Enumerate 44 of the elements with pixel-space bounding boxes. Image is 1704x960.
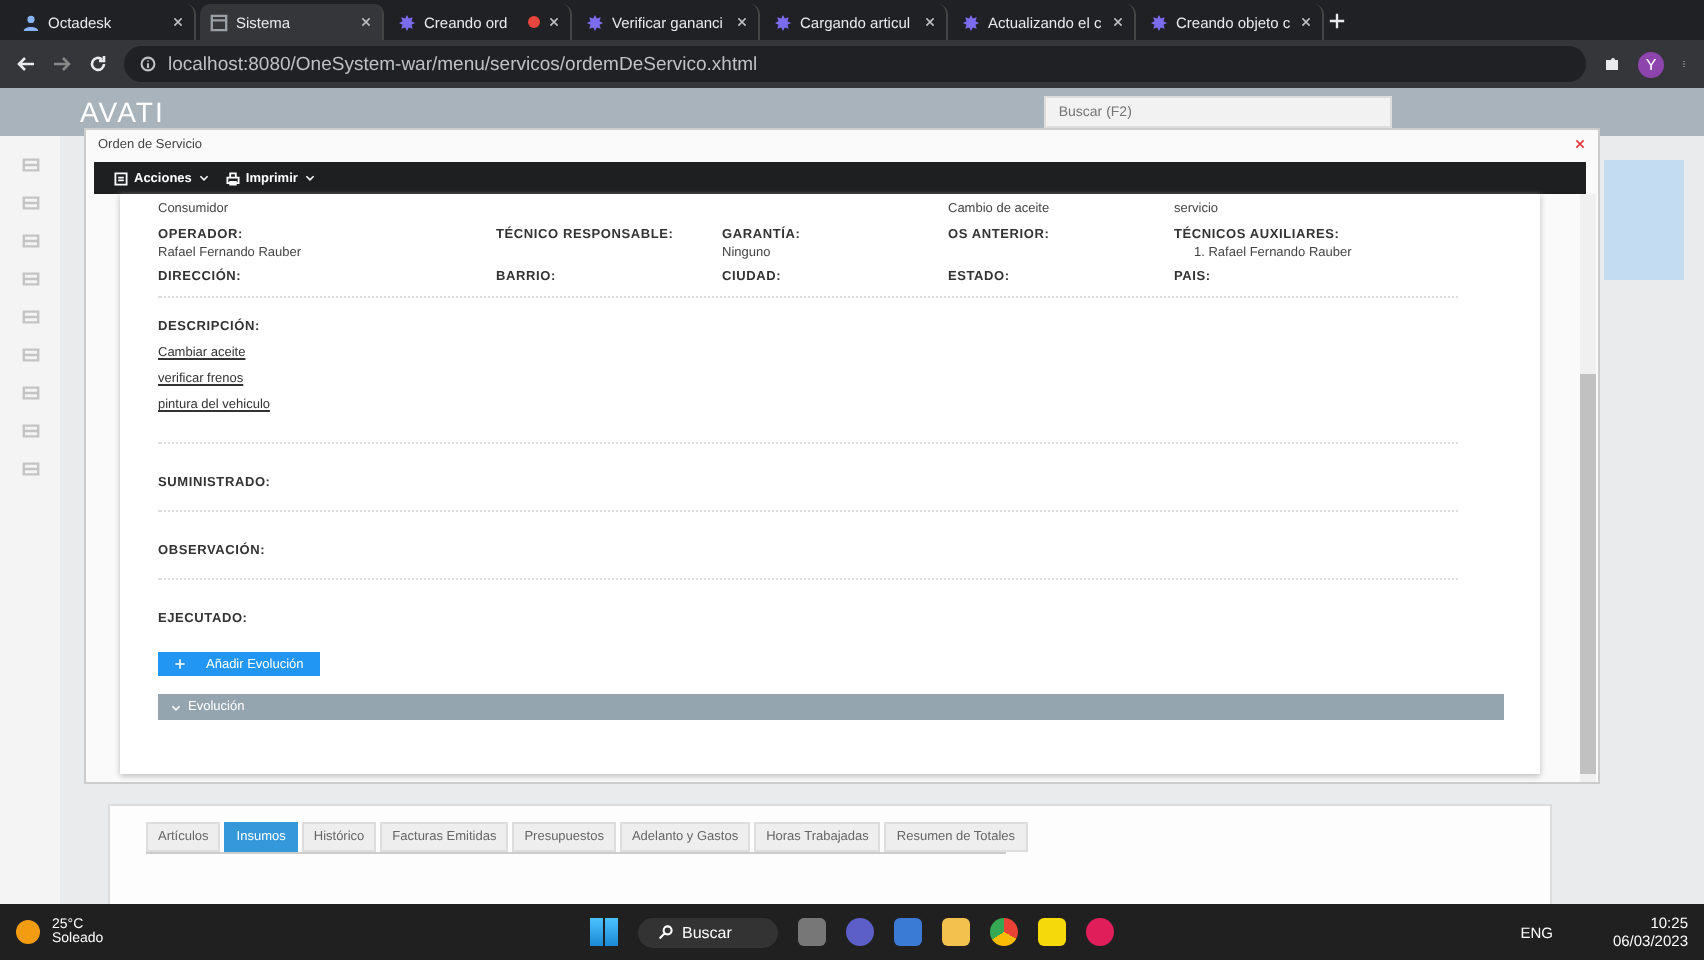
gear-icon	[774, 13, 792, 31]
new-tab-icon[interactable]	[1328, 11, 1346, 29]
caret-icon	[303, 172, 316, 184]
plus-icon	[174, 658, 186, 670]
gear-icon	[962, 13, 980, 31]
gear-icon	[398, 13, 416, 31]
close-icon[interactable]	[736, 16, 748, 28]
close-icon[interactable]	[1574, 138, 1586, 150]
app-icon[interactable]	[846, 918, 874, 946]
person-icon	[22, 13, 40, 31]
info-icon	[140, 56, 156, 72]
printer-icon	[225, 171, 240, 185]
close-icon[interactable]	[1300, 16, 1312, 28]
chevron-down-icon	[170, 701, 182, 713]
taskbar-search[interactable]: Buscar	[638, 917, 778, 947]
close-icon[interactable]	[548, 16, 560, 28]
windows-icon[interactable]	[590, 918, 618, 946]
search-icon	[658, 924, 674, 940]
close-icon[interactable]	[1112, 16, 1124, 28]
sun-icon	[16, 920, 40, 944]
back-icon[interactable]	[16, 54, 36, 74]
app-icon[interactable]	[1086, 918, 1114, 946]
caret-icon	[197, 172, 210, 184]
recording-dot-icon	[528, 16, 540, 28]
profile-avatar[interactable]: Y	[1638, 51, 1664, 77]
gear-icon	[586, 13, 604, 31]
extensions-icon[interactable]	[1602, 54, 1622, 74]
note-icon[interactable]	[1038, 918, 1066, 946]
app-icon[interactable]	[894, 918, 922, 946]
list-icon	[114, 171, 128, 185]
page-icon	[210, 13, 228, 31]
close-icon[interactable]	[172, 16, 184, 28]
app-icon[interactable]	[798, 918, 826, 946]
address-field[interactable]: localhost:8080/OneSystem-war/menu/servicos/ordemDeServico.xhtml	[124, 46, 1586, 82]
close-icon[interactable]	[360, 16, 372, 28]
scrollbar[interactable]	[1580, 194, 1596, 782]
forward-icon[interactable]	[52, 54, 72, 74]
app-logo: AVATI	[80, 96, 165, 128]
side-panel	[1604, 160, 1684, 280]
reload-icon[interactable]	[88, 54, 108, 74]
browser-icon[interactable]	[990, 918, 1018, 946]
folder-icon[interactable]	[942, 918, 970, 946]
close-icon[interactable]	[924, 16, 936, 28]
gear-icon	[1150, 13, 1168, 31]
